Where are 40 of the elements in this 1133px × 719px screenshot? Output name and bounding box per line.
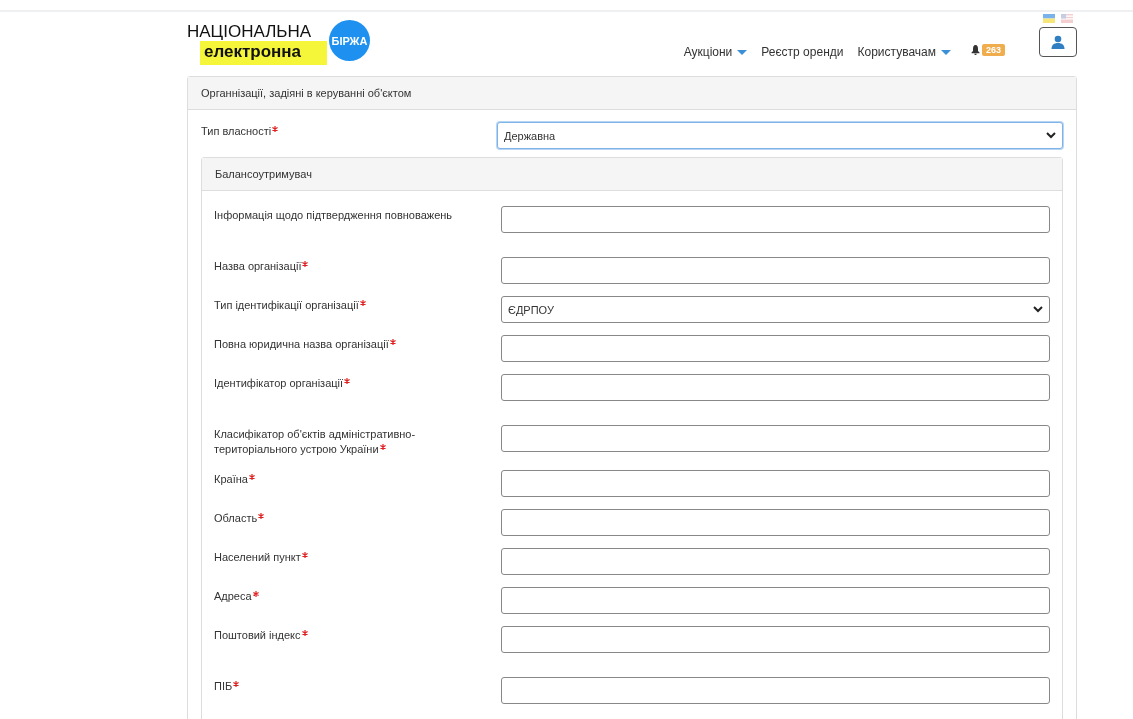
input-field[interactable] xyxy=(501,425,1050,452)
input-field[interactable] xyxy=(501,586,1050,614)
logo-badge: БІРЖА xyxy=(329,20,370,61)
nav-link[interactable]: Аукціони xyxy=(683,45,748,59)
field-label: Область xyxy=(214,508,476,527)
input-field[interactable] xyxy=(501,547,1050,575)
chevron-icon xyxy=(1046,132,1056,139)
bell-icon[interactable] xyxy=(970,45,980,55)
chevron-icon xyxy=(1033,306,1043,313)
notification-badge: 263 xyxy=(981,44,1005,56)
input-field[interactable] xyxy=(501,676,1050,704)
user-icon xyxy=(1051,35,1065,49)
field-label: Поштовий індекс xyxy=(214,625,476,644)
field-label: ПІБ xyxy=(214,676,476,695)
field-label: Тип власності xyxy=(201,122,463,140)
nav-link[interactable]: Користувачам xyxy=(857,45,951,59)
input-field[interactable] xyxy=(501,374,1050,401)
input-field[interactable] xyxy=(501,257,1050,284)
select-field[interactable]: Державна xyxy=(497,122,1063,149)
panel-title: Органнізації, задіяні в керуванні об'єктом xyxy=(188,77,1076,110)
field-label: Назва організації xyxy=(214,257,476,275)
field-label: Інформація щодо підтвердження повноважень xyxy=(214,208,454,223)
field-label: Тип ідентифікації організації xyxy=(214,296,476,314)
logo-text: електронна xyxy=(200,41,328,65)
subpanel-title: Балансоутримувач xyxy=(202,158,1062,191)
field-label: Ідентифікатор організації xyxy=(214,374,476,392)
field-label: Країна xyxy=(214,469,476,488)
input-field[interactable] xyxy=(501,335,1050,362)
field-label: Класифікатор об'єктів адміністративно-територіального устрою України xyxy=(214,427,417,458)
user-button[interactable] xyxy=(1039,27,1077,57)
nav-link[interactable]: Реєстр оренди xyxy=(761,45,844,59)
input-field[interactable] xyxy=(501,508,1050,536)
input-field[interactable] xyxy=(501,206,1050,233)
select-field[interactable]: ЄДРПОУ xyxy=(501,296,1050,323)
logo-text: НАЦІОНАЛЬНА xyxy=(187,22,312,42)
input-field[interactable] xyxy=(501,625,1050,653)
field-label: Повна юридична назва організації xyxy=(214,335,476,353)
input-field[interactable] xyxy=(501,469,1050,497)
field-label: Населений пункт xyxy=(214,547,476,566)
field-label: Адреса xyxy=(214,586,476,605)
